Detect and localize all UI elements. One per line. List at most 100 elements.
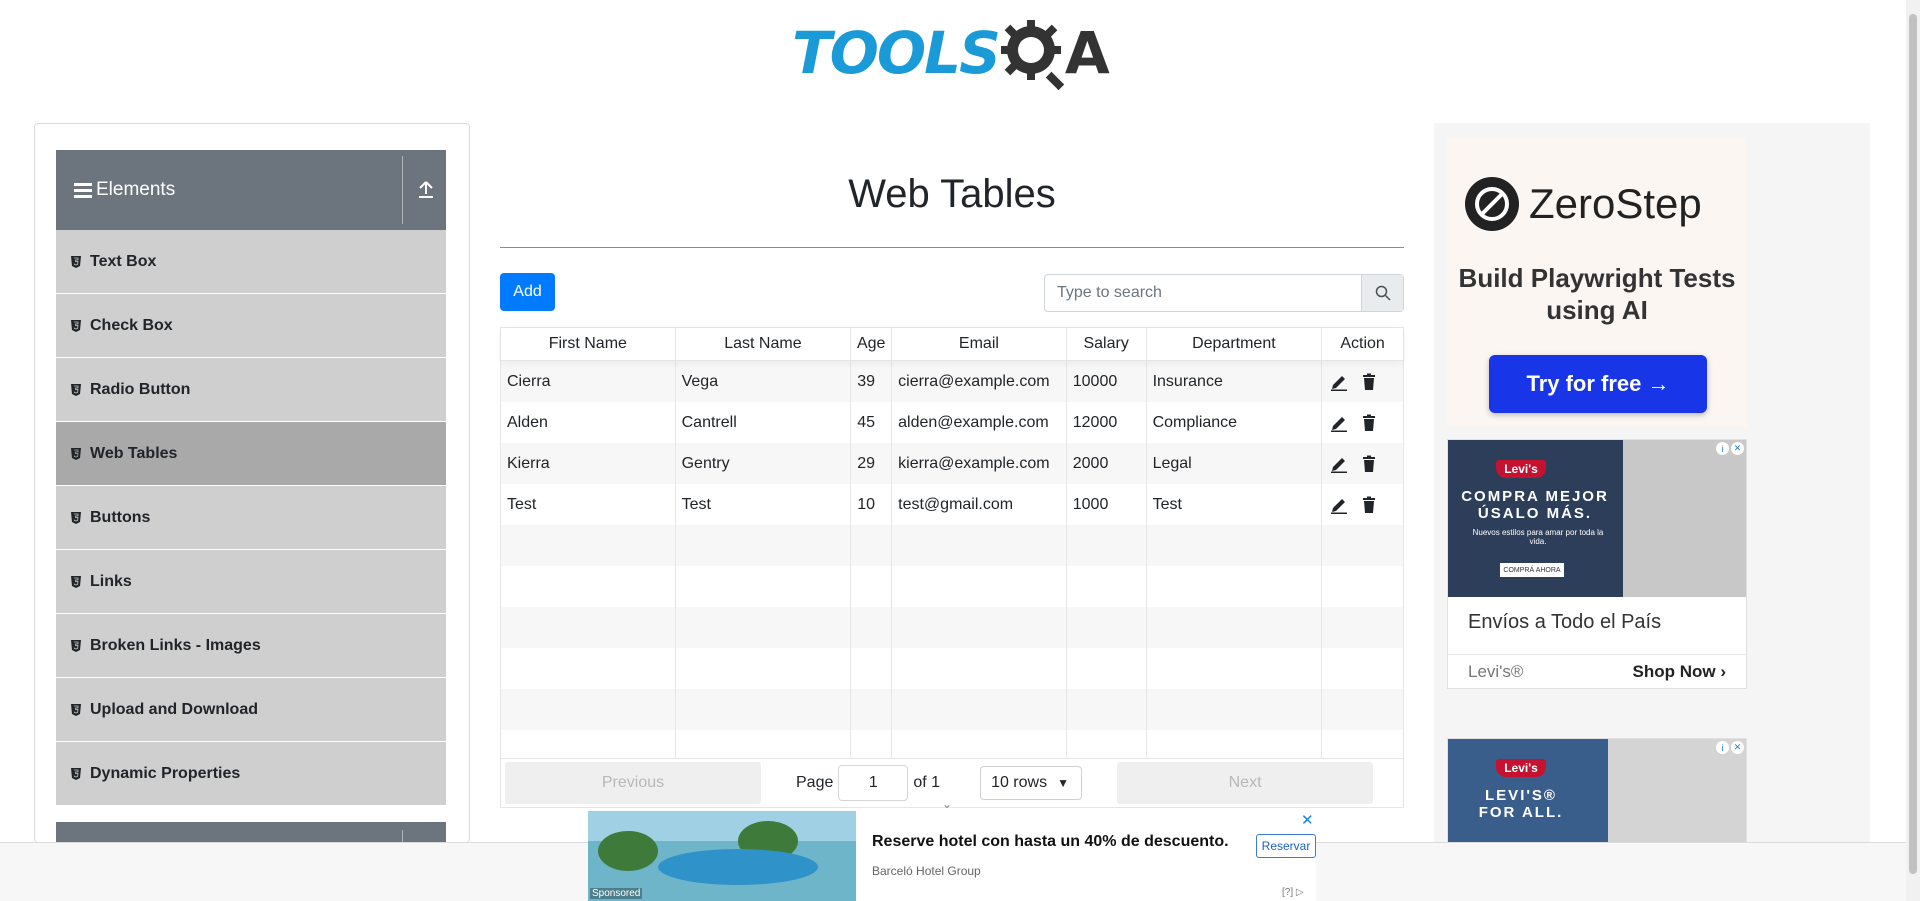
delete-icon[interactable] xyxy=(1360,455,1378,473)
cell-age: 29 xyxy=(851,443,893,484)
column-header[interactable]: First Name xyxy=(501,328,676,360)
html5-icon xyxy=(71,255,81,268)
shop-now-link[interactable]: Shop Now › xyxy=(1632,662,1726,682)
column-header[interactable]: Department xyxy=(1147,328,1323,360)
cell-action xyxy=(1322,443,1403,484)
try-for-free-button[interactable]: Try for free → xyxy=(1489,355,1707,413)
column-header[interactable]: Age xyxy=(851,328,893,360)
page-info: Page 1 of 1 xyxy=(796,765,940,801)
cell-department: Insurance xyxy=(1147,361,1323,402)
edit-icon[interactable] xyxy=(1330,414,1348,432)
page-total: of 1 xyxy=(913,774,941,791)
close-icon[interactable]: ✕ xyxy=(1301,811,1314,829)
cell-salary: 2000 xyxy=(1067,443,1147,484)
chevron-down-icon[interactable]: ⌄ xyxy=(942,797,952,811)
sidebar-item-label: Dynamic Properties xyxy=(90,764,241,782)
sidebar-item-text-box[interactable]: Text Box xyxy=(56,230,446,294)
cell-email: cierra@example.com xyxy=(892,361,1067,402)
column-header[interactable]: Salary xyxy=(1067,328,1147,360)
zerostep-brand-text: ZeroStep xyxy=(1529,180,1702,227)
levis-ad-footer: Levi's® Shop Now › xyxy=(1448,654,1746,688)
table-row: Test Test 10 test@gmail.com 1000 Test xyxy=(501,484,1403,525)
logo-text: TOOLS xyxy=(792,19,1001,87)
adchoices-icon[interactable]: i ✕ xyxy=(1716,741,1744,755)
cell-email: kierra@example.com xyxy=(892,443,1067,484)
toolsqa-logo[interactable]: TOOLS A xyxy=(792,16,1110,90)
sidebar-item-dynamic-properties[interactable]: Dynamic Properties xyxy=(56,742,446,806)
sidebar-item-links[interactable]: Links xyxy=(56,550,446,614)
cell-department: Compliance xyxy=(1147,402,1323,443)
bottom-hotel-ad[interactable]: Sponsored Reserve hotel con hasta un 40%… xyxy=(588,811,1316,901)
hamburger-icon xyxy=(74,180,92,201)
elements-menu: Text Box Check Box Radio Button Web Tabl… xyxy=(56,230,446,806)
levis-ad[interactable]: Levi's COMPRA MEJOR ÚSALO MÁS. Nuevos es… xyxy=(1447,439,1747,689)
delete-icon[interactable] xyxy=(1360,496,1378,514)
sidebar-item-label: Text Box xyxy=(90,252,157,270)
empty-row xyxy=(501,689,1403,730)
cell-email: alden@example.com xyxy=(892,402,1067,443)
cell-last-name: Vega xyxy=(676,361,852,402)
page-label: Page xyxy=(796,774,834,791)
edit-icon[interactable] xyxy=(1330,373,1348,391)
edit-icon[interactable] xyxy=(1330,496,1348,514)
levis-brand: Levi's® xyxy=(1468,661,1524,681)
hotel-ad-advertiser: Barceló Hotel Group xyxy=(872,864,981,878)
cell-first-name: Test xyxy=(501,484,676,525)
adchoices-icon[interactable]: i ✕ xyxy=(1716,442,1744,456)
column-header[interactable]: Action xyxy=(1322,328,1403,360)
sidebar-item-buttons[interactable]: Buttons xyxy=(56,486,446,550)
cell-action xyxy=(1322,361,1403,402)
page-number-input[interactable]: 1 xyxy=(838,765,909,801)
html5-icon xyxy=(71,703,81,716)
sidebar-item-label: Check Box xyxy=(90,316,173,334)
cell-first-name: Cierra xyxy=(501,361,676,402)
sidebar-item-upload-download[interactable]: Upload and Download xyxy=(56,678,446,742)
edit-icon[interactable] xyxy=(1330,455,1348,473)
delete-icon[interactable] xyxy=(1360,373,1378,391)
gear-magnifier-icon xyxy=(1000,20,1065,90)
empty-row xyxy=(501,607,1403,648)
sidebar-item-web-tables[interactable]: Web Tables xyxy=(56,422,446,486)
sidebar-item-broken-links[interactable]: Broken Links - Images xyxy=(56,614,446,678)
levis-ad-2[interactable]: Levi's LEVI'S® FOR ALL. i ✕ xyxy=(1447,738,1747,843)
reservar-button[interactable]: Reservar xyxy=(1256,834,1316,858)
column-header[interactable]: Email xyxy=(892,328,1067,360)
html5-icon xyxy=(71,511,81,524)
adchoices-icon: ▷ xyxy=(1295,887,1304,898)
cell-last-name: Gentry xyxy=(676,443,852,484)
search-button[interactable] xyxy=(1361,275,1403,311)
zerostep-ad[interactable]: ZeroStep Build Playwright Tests using AI… xyxy=(1447,137,1747,427)
page-scrollbar[interactable] xyxy=(1906,0,1920,901)
delete-icon[interactable] xyxy=(1360,414,1378,432)
add-button[interactable]: Add xyxy=(500,273,555,311)
html5-icon xyxy=(71,319,81,332)
title-divider xyxy=(500,247,1404,248)
levis-small-cta: COMPRÁ AHORA xyxy=(1500,563,1564,577)
scrollbar-thumb[interactable] xyxy=(1909,14,1917,874)
collapse-up-icon[interactable] xyxy=(417,178,435,200)
sidebar-item-radio-button[interactable]: Radio Button xyxy=(56,358,446,422)
next-button[interactable]: Next xyxy=(1117,762,1374,804)
group-title: Elements xyxy=(96,179,176,200)
rows-per-page-value: 10 rows xyxy=(991,774,1048,791)
sidebar-item-check-box[interactable]: Check Box xyxy=(56,294,446,358)
sidebar-item-label: Buttons xyxy=(90,508,151,526)
levis-subtext: Nuevos estilos para amar por toda la vid… xyxy=(1472,528,1604,546)
cell-last-name: Test xyxy=(676,484,852,525)
column-header[interactable]: Last Name xyxy=(676,328,852,360)
rows-per-page-select[interactable]: 10 rows ▼ xyxy=(980,766,1083,800)
sidebar-item-label: Radio Button xyxy=(90,380,191,398)
levis-headline: LEVI'S® FOR ALL. xyxy=(1478,787,1564,821)
elements-group-header[interactable]: Elements xyxy=(56,150,446,230)
previous-button[interactable]: Previous xyxy=(505,762,761,804)
cell-first-name: Alden xyxy=(501,402,676,443)
empty-row xyxy=(501,525,1403,566)
sponsored-label: Sponsored xyxy=(590,888,643,899)
cell-age: 45 xyxy=(851,402,893,443)
cell-first-name: Kierra xyxy=(501,443,676,484)
levis-logo: Levi's xyxy=(1496,759,1546,777)
ad-help-link[interactable]: [?] ▷ xyxy=(1282,887,1304,898)
cell-department: Legal xyxy=(1147,443,1323,484)
search-input[interactable] xyxy=(1045,275,1361,311)
zerostep-tagline: Build Playwright Tests using AI xyxy=(1458,263,1736,325)
